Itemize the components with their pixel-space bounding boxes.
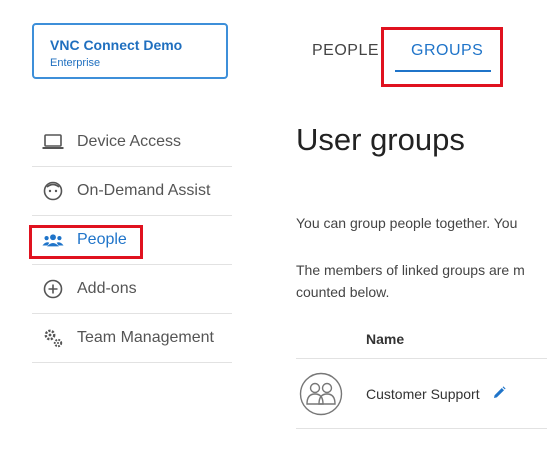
sidebar-item-label: On-Demand Assist: [77, 182, 211, 199]
sidebar-item-on-demand-assist[interactable]: On-Demand Assist: [32, 167, 232, 216]
table-divider: [296, 428, 547, 429]
sidebar-item-device-access[interactable]: Device Access: [32, 118, 232, 167]
face-icon: [42, 180, 64, 202]
linked-groups-text-line1: The members of linked groups are m: [296, 262, 525, 278]
team-plan: Enterprise: [50, 57, 101, 69]
groups-highlight-box: [381, 27, 503, 87]
sidebar-item-team-management[interactable]: Team Management: [32, 314, 232, 363]
tab-people[interactable]: PEOPLE: [312, 42, 379, 60]
table-divider: [296, 358, 547, 359]
plus-circle-icon: [42, 278, 64, 300]
sidebar-item-label: Device Access: [77, 133, 182, 150]
name-column-header[interactable]: Name: [366, 331, 404, 347]
sidebar-item-people[interactable]: People: [29, 216, 232, 265]
linked-groups-text-line2: counted below.: [296, 284, 390, 300]
group-name[interactable]: Customer Support: [366, 386, 480, 402]
page-title: User groups: [296, 122, 465, 157]
team-name: VNC Connect Demo: [50, 37, 183, 53]
sidebar-item-add-ons[interactable]: Add-ons: [32, 265, 232, 314]
people-highlight-box: [29, 225, 143, 259]
gears-icon: [42, 327, 64, 349]
pencil-edit-icon[interactable]: [492, 386, 506, 400]
group-avatar-icon: [299, 372, 343, 416]
sidebar-item-label: Add-ons: [77, 280, 137, 297]
sidebar-nav: Device Access On-Demand Assist People Ad…: [29, 118, 232, 363]
sidebar-item-label: Team Management: [77, 329, 214, 346]
intro-text: You can group people together. You: [296, 215, 518, 231]
team-selector[interactable]: VNC Connect Demo Enterprise: [32, 23, 228, 79]
laptop-icon: [42, 131, 64, 153]
